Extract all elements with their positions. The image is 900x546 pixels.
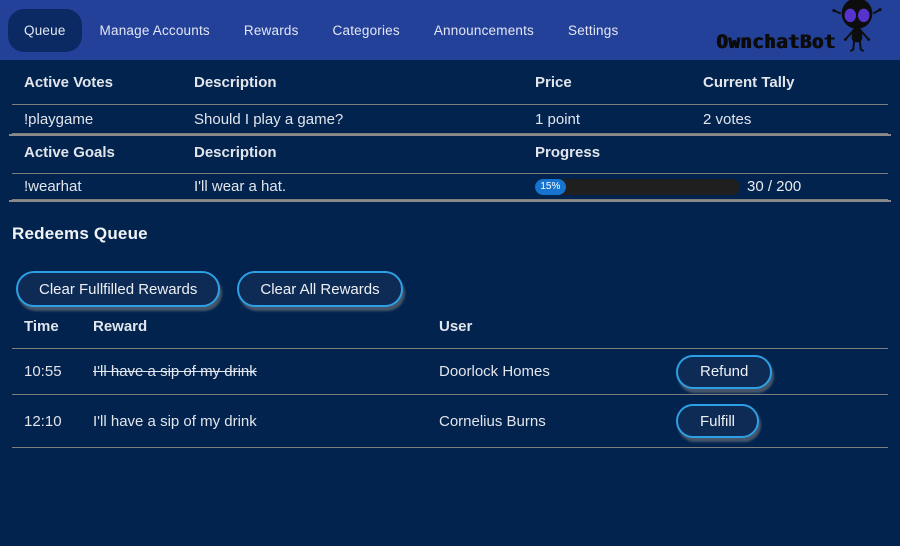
- goal-description: I'll wear a hat.: [194, 178, 535, 195]
- vote-tally: 2 votes: [703, 111, 888, 128]
- fulfill-button[interactable]: Fulfill: [676, 404, 759, 438]
- active-goals-table: Active Goals Description Progress !wearh…: [12, 144, 888, 200]
- clear-all-rewards-button[interactable]: Clear All Rewards: [237, 271, 402, 307]
- goal-progress-cell: 15% 30 / 200: [535, 178, 888, 195]
- col-header-price: Price: [535, 74, 703, 105]
- col-header-description: Description: [194, 74, 535, 105]
- redeem-row: 12:10 I'll have a sip of my drink Cornel…: [12, 395, 888, 448]
- progress-bar: 15%: [535, 179, 740, 195]
- top-nav-bar: Queue Manage Accounts Rewards Categories…: [0, 0, 900, 60]
- redeems-header-row: Time Reward User: [12, 318, 888, 349]
- col-header-active-votes: Active Votes: [12, 74, 194, 105]
- col-header-time: Time: [12, 318, 93, 349]
- active-goals-header-row: Active Goals Description Progress: [12, 144, 888, 174]
- vote-command: !playgame: [12, 111, 194, 128]
- progress-fraction-text: 30 / 200: [747, 178, 801, 195]
- col-header-progress: Progress: [535, 144, 888, 174]
- redeem-row: 10:55 I'll have a sip of my drink Doorlo…: [12, 349, 888, 395]
- vote-description: Should I play a game?: [194, 111, 535, 128]
- redeem-user: Doorlock Homes: [439, 363, 676, 380]
- redeem-reward: I'll have a sip of my drink: [93, 363, 439, 380]
- progress-bar-fill: 15%: [535, 179, 566, 195]
- redeem-reward: I'll have a sip of my drink: [93, 413, 439, 430]
- col-header-current-tally: Current Tally: [703, 74, 888, 105]
- section-divider: [9, 200, 891, 202]
- section-divider: [9, 134, 891, 136]
- nav-item-announcements[interactable]: Announcements: [418, 9, 550, 52]
- col-header-description: Description: [194, 144, 535, 174]
- robot-mascot-icon: [832, 0, 882, 59]
- redeem-time: 10:55: [12, 363, 93, 380]
- redeems-queue-title: Redeems Queue: [12, 224, 900, 244]
- clear-fulfilled-rewards-button[interactable]: Clear Fullfilled Rewards: [16, 271, 220, 307]
- active-votes-table: Active Votes Description Price Current T…: [12, 74, 888, 134]
- nav-item-rewards[interactable]: Rewards: [228, 9, 315, 52]
- progress-percent-label: 15%: [540, 181, 560, 192]
- col-header-reward: Reward: [93, 318, 439, 349]
- nav-item-queue[interactable]: Queue: [8, 9, 82, 52]
- nav-item-settings[interactable]: Settings: [552, 9, 634, 52]
- active-goal-row: !wearhat I'll wear a hat. 15% 30 / 200: [12, 174, 888, 200]
- nav-item-categories[interactable]: Categories: [317, 9, 416, 52]
- vote-price: 1 point: [535, 111, 703, 128]
- active-vote-row: !playgame Should I play a game? 1 point …: [12, 105, 888, 134]
- redeem-time: 12:10: [12, 413, 93, 430]
- col-header-user: User: [439, 318, 676, 349]
- refund-button[interactable]: Refund: [676, 355, 772, 389]
- goal-command: !wearhat: [12, 178, 194, 195]
- app-logo: OwnchatBot: [717, 0, 882, 60]
- redeems-action-buttons: Clear Fullfilled Rewards Clear All Rewar…: [16, 271, 900, 307]
- logo-wordmark: OwnchatBot: [717, 31, 836, 53]
- active-votes-header-row: Active Votes Description Price Current T…: [12, 74, 888, 105]
- redeem-user: Cornelius Burns: [439, 413, 676, 430]
- redeems-queue-table: Time Reward User 10:55 I'll have a sip o…: [12, 318, 888, 448]
- nav-item-manage-accounts[interactable]: Manage Accounts: [84, 9, 226, 52]
- col-header-active-goals: Active Goals: [12, 144, 194, 174]
